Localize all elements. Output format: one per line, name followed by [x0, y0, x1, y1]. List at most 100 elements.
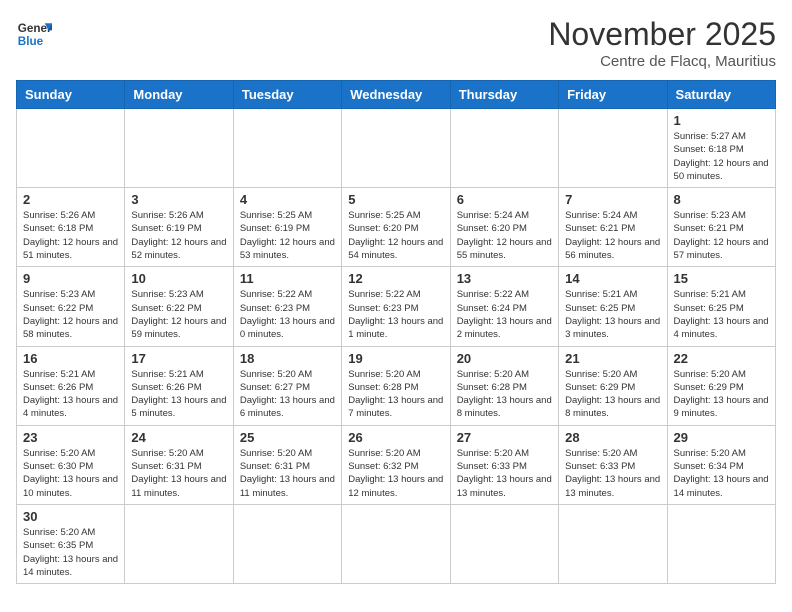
day-info: Sunrise: 5:20 AM Sunset: 6:31 PM Dayligh… [240, 447, 335, 500]
day-info: Sunrise: 5:20 AM Sunset: 6:29 PM Dayligh… [674, 368, 769, 421]
calendar-cell: 11 Sunrise: 5:22 AM Sunset: 6:23 PM Dayli… [233, 267, 341, 346]
day-info: Sunrise: 5:20 AM Sunset: 6:34 PM Dayligh… [674, 447, 769, 500]
day-info: Sunrise: 5:20 AM Sunset: 6:28 PM Dayligh… [348, 368, 443, 421]
col-header-wednesday: Wednesday [342, 81, 450, 109]
calendar-cell: 13 Sunrise: 5:22 AM Sunset: 6:24 PM Dayli… [450, 267, 558, 346]
day-info: Sunrise: 5:27 AM Sunset: 6:18 PM Dayligh… [674, 130, 769, 183]
calendar-cell: 6 Sunrise: 5:24 AM Sunset: 6:20 PM Daylig… [450, 188, 558, 267]
calendar-cell [559, 504, 667, 583]
day-number: 13 [457, 271, 552, 286]
day-number: 5 [348, 192, 443, 207]
day-number: 14 [565, 271, 660, 286]
col-header-tuesday: Tuesday [233, 81, 341, 109]
calendar-cell [667, 504, 775, 583]
day-info: Sunrise: 5:21 AM Sunset: 6:26 PM Dayligh… [23, 368, 118, 421]
day-number: 26 [348, 430, 443, 445]
day-info: Sunrise: 5:25 AM Sunset: 6:20 PM Dayligh… [348, 209, 443, 262]
day-number: 17 [131, 351, 226, 366]
logo: General Blue [16, 16, 52, 52]
title-area: November 2025 Centre de Flacq, Mauritius [548, 16, 776, 70]
calendar-header-row: SundayMondayTuesdayWednesdayThursdayFrid… [17, 81, 776, 109]
calendar-cell [125, 109, 233, 188]
day-info: Sunrise: 5:21 AM Sunset: 6:25 PM Dayligh… [674, 288, 769, 341]
calendar-cell: 16Sunrise: 5:21 AM Sunset: 6:26 PM Dayli… [17, 346, 125, 425]
calendar-cell: 2 Sunrise: 5:26 AM Sunset: 6:18 PM Daylig… [17, 188, 125, 267]
calendar-subtitle: Centre de Flacq, Mauritius [548, 53, 776, 70]
day-number: 29 [674, 430, 769, 445]
day-info: Sunrise: 5:23 AM Sunset: 6:22 PM Dayligh… [23, 288, 118, 341]
calendar-cell [450, 504, 558, 583]
calendar-cell [125, 504, 233, 583]
day-number: 12 [348, 271, 443, 286]
day-number: 21 [565, 351, 660, 366]
day-info: Sunrise: 5:24 AM Sunset: 6:20 PM Dayligh… [457, 209, 552, 262]
day-number: 4 [240, 192, 335, 207]
day-info: Sunrise: 5:20 AM Sunset: 6:32 PM Dayligh… [348, 447, 443, 500]
day-info: Sunrise: 5:20 AM Sunset: 6:35 PM Dayligh… [23, 526, 118, 579]
svg-text:Blue: Blue [18, 35, 44, 48]
calendar-week-row: 30 Sunrise: 5:20 AM Sunset: 6:35 PM Dayli… [17, 504, 776, 583]
calendar-cell: 22 Sunrise: 5:20 AM Sunset: 6:29 PM Dayli… [667, 346, 775, 425]
day-number: 10 [131, 271, 226, 286]
calendar-cell: 15 Sunrise: 5:21 AM Sunset: 6:25 PM Dayli… [667, 267, 775, 346]
calendar-week-row: 9Sunrise: 5:23 AM Sunset: 6:22 PM Daylig… [17, 267, 776, 346]
day-info: Sunrise: 5:20 AM Sunset: 6:30 PM Dayligh… [23, 447, 118, 500]
day-number: 6 [457, 192, 552, 207]
day-info: Sunrise: 5:23 AM Sunset: 6:21 PM Dayligh… [674, 209, 769, 262]
day-number: 11 [240, 271, 335, 286]
day-number: 30 [23, 509, 118, 524]
day-info: Sunrise: 5:22 AM Sunset: 6:23 PM Dayligh… [240, 288, 335, 341]
day-number: 8 [674, 192, 769, 207]
calendar-cell: 10 Sunrise: 5:23 AM Sunset: 6:22 PM Dayli… [125, 267, 233, 346]
day-number: 1 [674, 113, 769, 128]
calendar-cell [559, 109, 667, 188]
day-info: Sunrise: 5:20 AM Sunset: 6:31 PM Dayligh… [131, 447, 226, 500]
calendar-cell: 4Sunrise: 5:25 AM Sunset: 6:19 PM Daylig… [233, 188, 341, 267]
calendar-week-row: 2 Sunrise: 5:26 AM Sunset: 6:18 PM Daylig… [17, 188, 776, 267]
col-header-sunday: Sunday [17, 81, 125, 109]
day-info: Sunrise: 5:22 AM Sunset: 6:24 PM Dayligh… [457, 288, 552, 341]
col-header-thursday: Thursday [450, 81, 558, 109]
calendar-cell: 26 Sunrise: 5:20 AM Sunset: 6:32 PM Dayli… [342, 425, 450, 504]
calendar-cell: 8 Sunrise: 5:23 AM Sunset: 6:21 PM Daylig… [667, 188, 775, 267]
day-number: 18 [240, 351, 335, 366]
calendar-cell [233, 504, 341, 583]
calendar-cell: 27Sunrise: 5:20 AM Sunset: 6:33 PM Dayli… [450, 425, 558, 504]
day-number: 3 [131, 192, 226, 207]
day-number: 20 [457, 351, 552, 366]
day-info: Sunrise: 5:20 AM Sunset: 6:33 PM Dayligh… [565, 447, 660, 500]
logo-icon: General Blue [16, 16, 52, 52]
calendar-week-row: 1 Sunrise: 5:27 AM Sunset: 6:18 PM Daylig… [17, 109, 776, 188]
day-info: Sunrise: 5:21 AM Sunset: 6:26 PM Dayligh… [131, 368, 226, 421]
calendar-cell: 9Sunrise: 5:23 AM Sunset: 6:22 PM Daylig… [17, 267, 125, 346]
calendar-cell: 7Sunrise: 5:24 AM Sunset: 6:21 PM Daylig… [559, 188, 667, 267]
calendar-cell: 24 Sunrise: 5:20 AM Sunset: 6:31 PM Dayli… [125, 425, 233, 504]
calendar-cell: 30 Sunrise: 5:20 AM Sunset: 6:35 PM Dayli… [17, 504, 125, 583]
calendar-cell: 21 Sunrise: 5:20 AM Sunset: 6:29 PM Dayli… [559, 346, 667, 425]
day-number: 22 [674, 351, 769, 366]
day-info: Sunrise: 5:23 AM Sunset: 6:22 PM Dayligh… [131, 288, 226, 341]
calendar-cell: 5 Sunrise: 5:25 AM Sunset: 6:20 PM Daylig… [342, 188, 450, 267]
calendar-cell [342, 504, 450, 583]
calendar-cell: 1 Sunrise: 5:27 AM Sunset: 6:18 PM Daylig… [667, 109, 775, 188]
calendar-cell [450, 109, 558, 188]
day-number: 28 [565, 430, 660, 445]
calendar-cell: 3Sunrise: 5:26 AM Sunset: 6:19 PM Daylig… [125, 188, 233, 267]
day-info: Sunrise: 5:20 AM Sunset: 6:29 PM Dayligh… [565, 368, 660, 421]
calendar-cell: 29 Sunrise: 5:20 AM Sunset: 6:34 PM Dayli… [667, 425, 775, 504]
calendar-cell: 14Sunrise: 5:21 AM Sunset: 6:25 PM Dayli… [559, 267, 667, 346]
calendar-table: SundayMondayTuesdayWednesdayThursdayFrid… [16, 80, 776, 584]
day-info: Sunrise: 5:26 AM Sunset: 6:18 PM Dayligh… [23, 209, 118, 262]
day-number: 27 [457, 430, 552, 445]
day-info: Sunrise: 5:22 AM Sunset: 6:23 PM Dayligh… [348, 288, 443, 341]
calendar-cell: 17 Sunrise: 5:21 AM Sunset: 6:26 PM Dayli… [125, 346, 233, 425]
day-number: 2 [23, 192, 118, 207]
day-number: 15 [674, 271, 769, 286]
calendar-cell: 20Sunrise: 5:20 AM Sunset: 6:28 PM Dayli… [450, 346, 558, 425]
calendar-cell [233, 109, 341, 188]
day-number: 19 [348, 351, 443, 366]
calendar-week-row: 16Sunrise: 5:21 AM Sunset: 6:26 PM Dayli… [17, 346, 776, 425]
header: General Blue November 2025 Centre de Fla… [16, 16, 776, 70]
day-number: 25 [240, 430, 335, 445]
day-number: 24 [131, 430, 226, 445]
